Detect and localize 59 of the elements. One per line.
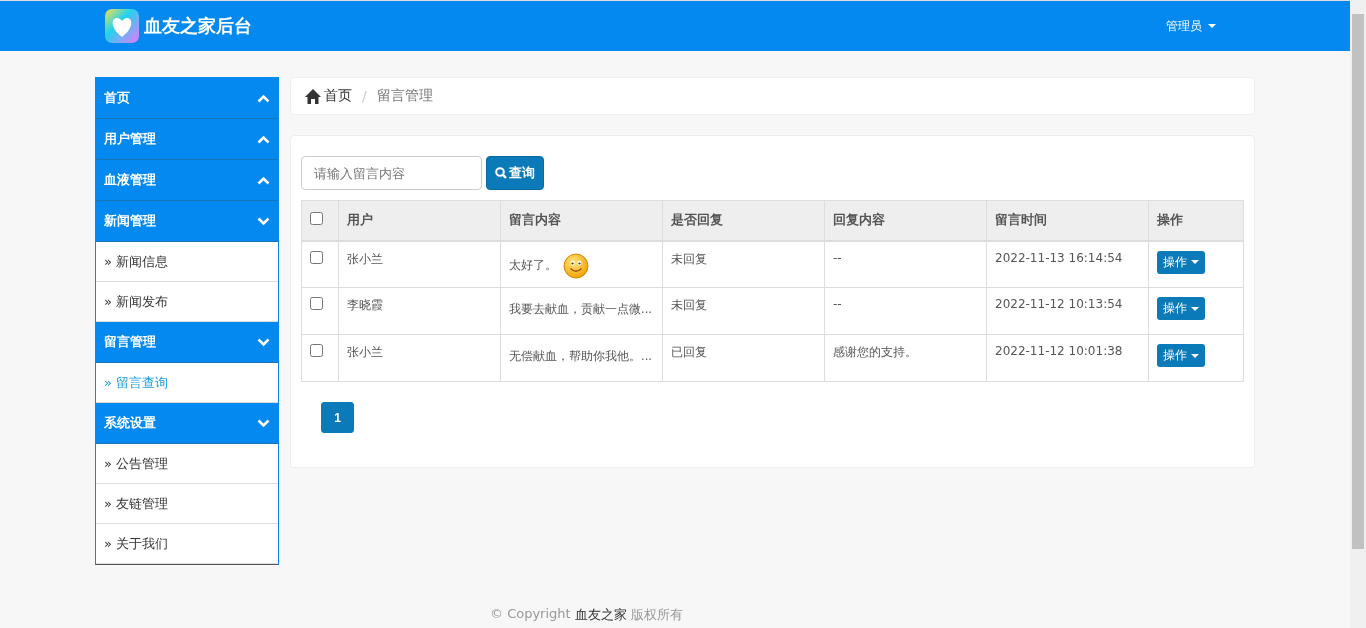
message-text: 无偿献血，帮助你我他。... [509, 349, 652, 364]
caret-icon [1208, 24, 1216, 28]
table-cell: 2022-11-12 10:01:38 [986, 334, 1149, 382]
table-cell: 已回复 [662, 334, 825, 382]
chevron-down-icon [257, 418, 270, 428]
site-name-text: 血友之家 [574, 606, 627, 624]
breadcrumb-separator: / [362, 88, 367, 104]
sidebar-group[interactable]: 新闻管理 [96, 201, 278, 242]
action-dropdown-button[interactable]: 操作 [1157, 344, 1205, 367]
row-checkbox[interactable] [310, 344, 323, 357]
action-dropdown-button[interactable]: 操作 [1157, 250, 1205, 274]
caret-icon [1191, 353, 1199, 358]
chevron-up-icon [257, 175, 270, 185]
search-icon [495, 167, 507, 179]
table-cell: 感谢您的支持。 [824, 334, 987, 382]
column-header: 是否回复 [662, 200, 825, 241]
row-checkbox[interactable] [310, 297, 323, 310]
message-text: 太好了。 [509, 258, 557, 273]
row-checkbox[interactable] [310, 250, 323, 264]
message-text: 我要去献血，贡献一点微... [509, 302, 652, 317]
search-button[interactable]: 查询 [486, 156, 544, 190]
table-cell: 张小兰 [338, 334, 501, 382]
chevron-up-icon [257, 93, 270, 103]
sidebar-group[interactable]: 血液管理 [96, 160, 278, 201]
table-cell: 2022-11-13 16:14:54 [986, 240, 1149, 288]
user-menu[interactable]: 管理员 [1162, 13, 1220, 39]
table-cell: 未回复 [662, 287, 825, 335]
caret-icon [1191, 260, 1199, 264]
chevron-down-icon [257, 216, 270, 226]
page-button[interactable]: 1 [321, 402, 354, 433]
breadcrumb-link[interactable]: 首页 [305, 87, 352, 105]
breadcrumb-current: 留言管理 [376, 87, 433, 105]
table-cell: 2022-11-12 10:13:54 [986, 287, 1149, 335]
sidebar-group[interactable]: 首页 [96, 78, 278, 119]
home-icon [305, 88, 321, 104]
sidebar-group[interactable]: 系统设置 [96, 403, 278, 444]
search-field[interactable]: 请输入留言内容 [301, 156, 482, 190]
column-header: 回复内容 [824, 200, 987, 241]
chevron-down-icon [257, 337, 270, 347]
table-cell: 李晓霞 [338, 287, 501, 335]
action-dropdown-button[interactable]: 操作 [1157, 297, 1205, 320]
caret-icon [1191, 306, 1199, 311]
sidebar-group[interactable]: 用户管理 [96, 119, 278, 160]
table-cell: 张小兰 [338, 240, 501, 288]
chevron-up-icon [257, 134, 270, 144]
column-header: 用户 [338, 200, 501, 241]
column-header: 操作 [1148, 200, 1244, 241]
column-header: 留言时间 [986, 200, 1149, 241]
column-header: 留言内容 [500, 200, 663, 241]
select-all-checkbox[interactable] [310, 212, 323, 226]
scrollbar[interactable] [1350, 0, 1366, 628]
sidebar-group[interactable]: 留言管理 [96, 322, 278, 363]
rights-text: 版权所有 [630, 606, 683, 624]
table-cell: 未回复 [662, 240, 825, 288]
table-cell: -- [824, 240, 987, 288]
table-cell: -- [824, 287, 987, 335]
site-title: 血友之家后台 [144, 14, 252, 38]
heart-logo-icon [105, 9, 139, 43]
copyright-text: © Copyright [490, 606, 571, 623]
